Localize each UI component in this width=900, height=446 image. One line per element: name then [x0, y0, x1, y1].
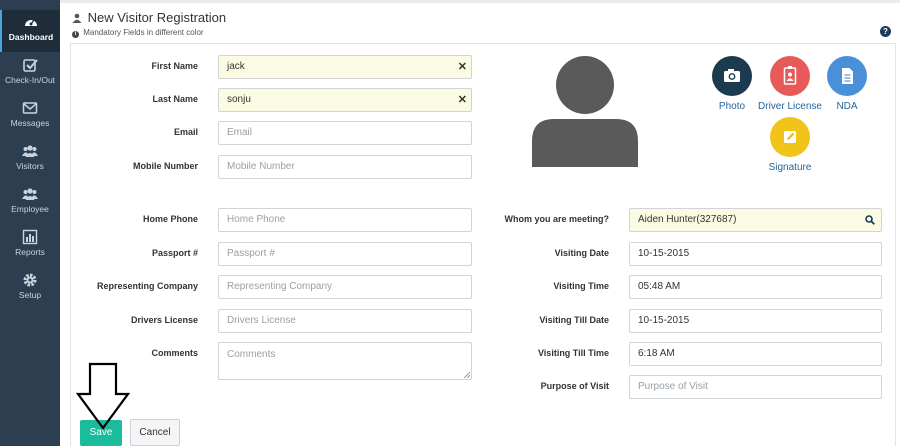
id-badge-icon	[783, 66, 797, 85]
till-date-label: Visiting Till Date	[539, 315, 609, 325]
comments-label: Comments	[151, 348, 198, 358]
nda-label[interactable]: NDA	[817, 101, 877, 112]
subtitle-text: Mandatory Fields in different color	[83, 28, 204, 37]
sidebar-item-label: Setup	[18, 290, 42, 300]
help-icon[interactable]: ?	[880, 26, 891, 37]
driver-license-label[interactable]: Driver License	[755, 101, 825, 112]
sidebar-item-label: Dashboard	[8, 32, 54, 42]
mobile-number-field[interactable]: Mobile Number	[218, 155, 472, 179]
email-label: Email	[173, 127, 198, 137]
sidebar-item-label: Check-In/Out	[4, 75, 56, 85]
visitor-photo-placeholder	[532, 56, 638, 167]
sidebar-item-label: Employee	[11, 204, 49, 214]
pencil-square-icon	[784, 131, 796, 143]
sidebar: Dashboard Check-In/Out Messages Visitors…	[0, 0, 60, 446]
page-title-text: New Visitor Registration	[87, 10, 227, 25]
email-placeholder: Email	[227, 127, 253, 138]
users-icon	[22, 145, 38, 157]
search-icon[interactable]	[865, 215, 875, 225]
photo-button[interactable]	[712, 56, 752, 96]
photo-label[interactable]: Photo	[702, 101, 762, 112]
company-placeholder: Representing Company	[227, 281, 333, 292]
document-icon	[842, 68, 853, 84]
meeting-label: Whom you are meeting?	[504, 214, 609, 224]
passport-field[interactable]: Passport #	[218, 242, 472, 266]
sidebar-item-label: Reports	[15, 247, 45, 257]
till-time-label: Visiting Till Time	[537, 348, 609, 358]
bar-chart-icon	[22, 229, 38, 245]
drivers-license-placeholder: Drivers License	[227, 315, 296, 326]
mobile-placeholder: Mobile Number	[227, 161, 295, 172]
passport-label: Passport #	[151, 248, 198, 258]
users-icon	[22, 188, 38, 200]
purpose-label: Purpose of Visit	[540, 381, 609, 391]
cancel-button[interactable]: Cancel	[130, 419, 180, 446]
sidebar-item-messages[interactable]: Messages	[0, 96, 60, 138]
home-phone-label: Home Phone	[142, 214, 198, 224]
drivers-license-label: Drivers License	[130, 315, 198, 325]
first-name-input[interactable]: jack ✕	[218, 55, 472, 79]
page-subtitle: i Mandatory Fields in different color	[72, 28, 204, 38]
sidebar-item-employee[interactable]: Employee	[0, 182, 60, 224]
visiting-date-value: 10-15-2015	[638, 248, 690, 259]
email-field[interactable]: Email	[218, 121, 472, 145]
till-date-value: 10-15-2015	[638, 315, 690, 326]
first-name-label: First Name	[151, 61, 198, 71]
signature-button[interactable]	[770, 117, 810, 157]
visiting-till-time-field[interactable]: 6:18 AM	[629, 342, 882, 366]
home-phone-placeholder: Home Phone	[227, 214, 286, 225]
mobile-label: Mobile Number	[132, 161, 198, 171]
sidebar-item-reports[interactable]: Reports	[0, 225, 60, 267]
drivers-license-field[interactable]: Drivers License	[218, 309, 472, 333]
info-icon: i	[72, 31, 79, 38]
company-label: Representing Company	[96, 281, 198, 291]
purpose-placeholder: Purpose of Visit	[638, 381, 708, 392]
visiting-time-field[interactable]: 05:48 AM	[629, 275, 882, 299]
dashboard-icon	[25, 19, 37, 26]
last-name-input[interactable]: sonju ✕	[218, 88, 472, 112]
visiting-date-label: Visiting Date	[554, 248, 609, 258]
sidebar-item-dashboard[interactable]: Dashboard	[0, 10, 60, 52]
visiting-date-field[interactable]: 10-15-2015	[629, 242, 882, 266]
sidebar-item-label: Visitors	[16, 161, 44, 171]
visiting-time-label: Visiting Time	[553, 281, 609, 291]
company-field[interactable]: Representing Company	[218, 275, 472, 299]
signature-label[interactable]: Signature	[755, 162, 825, 173]
clear-icon[interactable]: ✕	[458, 89, 467, 111]
last-name-value: sonju	[227, 94, 251, 105]
check-square-icon	[23, 59, 38, 72]
visiting-till-date-field[interactable]: 10-15-2015	[629, 309, 882, 333]
host-value: Aiden Hunter(327687)	[638, 214, 737, 225]
sidebar-item-visitors[interactable]: Visitors	[0, 139, 60, 181]
last-name-label: Last Name	[152, 94, 198, 104]
top-border	[60, 0, 900, 3]
visiting-time-value: 05:48 AM	[638, 281, 681, 292]
arrow-down-icon	[76, 362, 130, 430]
page-title: New Visitor Registration	[72, 10, 226, 25]
purpose-of-visit-field[interactable]: Purpose of Visit	[629, 375, 882, 399]
sidebar-item-setup[interactable]: Setup	[0, 268, 60, 310]
sidebar-item-check-in-out[interactable]: Check-In/Out	[0, 53, 60, 95]
first-name-value: jack	[227, 61, 245, 72]
comments-textarea[interactable]: Comments	[218, 342, 472, 380]
driver-license-button[interactable]	[770, 56, 810, 96]
home-phone-field[interactable]: Home Phone	[218, 208, 472, 232]
till-time-value: 6:18 AM	[638, 348, 675, 359]
sidebar-item-label: Messages	[10, 118, 50, 128]
resize-handle-icon[interactable]	[464, 372, 470, 378]
nda-button[interactable]	[827, 56, 867, 96]
host-search-input[interactable]: Aiden Hunter(327687)	[629, 208, 882, 232]
gear-icon	[23, 273, 37, 287]
comments-placeholder: Comments	[227, 349, 276, 360]
envelope-icon	[22, 102, 38, 114]
clear-icon[interactable]: ✕	[458, 56, 467, 78]
passport-placeholder: Passport #	[227, 248, 275, 259]
camera-icon	[724, 69, 740, 82]
user-icon	[72, 13, 82, 23]
